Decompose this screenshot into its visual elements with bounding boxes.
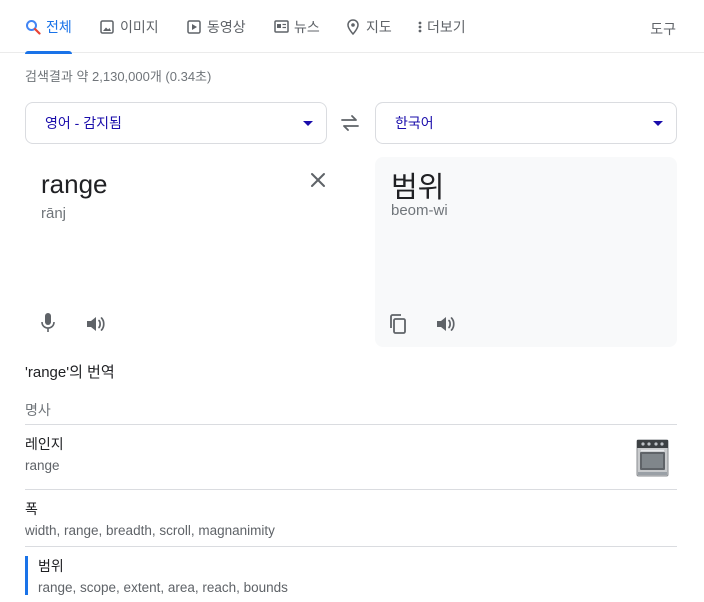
tab-label: 동영상 bbox=[207, 18, 246, 35]
source-language-select[interactable]: 영어 - 감지됨 bbox=[25, 102, 327, 144]
translation-word: 범위 bbox=[38, 558, 64, 574]
translation-output-panel: 범위 beom-wi bbox=[375, 157, 677, 347]
translation-synonyms: range, scope, extent, area, reach, bound… bbox=[38, 580, 288, 595]
copy-icon[interactable] bbox=[386, 312, 410, 336]
translation-entry-selected[interactable]: 범위 range, scope, extent, area, reach, bo… bbox=[25, 556, 677, 595]
tab-more[interactable]: 더보기 bbox=[416, 0, 466, 53]
tab-maps[interactable]: 지도 bbox=[345, 0, 392, 53]
tab-label: 더보기 bbox=[427, 18, 466, 35]
tab-label: 뉴스 bbox=[294, 18, 320, 35]
news-icon bbox=[273, 19, 289, 35]
target-language-label: 한국어 bbox=[395, 115, 434, 131]
target-pronunciation: beom-wi bbox=[391, 202, 448, 219]
dropdown-caret-icon bbox=[653, 121, 663, 126]
map-pin-icon bbox=[345, 18, 361, 35]
image-icon bbox=[99, 19, 115, 35]
translation-word: 레인지 bbox=[25, 436, 64, 452]
translation-word: 폭 bbox=[25, 501, 38, 517]
clear-icon[interactable] bbox=[308, 170, 328, 190]
part-of-speech-label: 명사 bbox=[25, 402, 51, 418]
more-vert-icon bbox=[416, 19, 424, 35]
search-icon bbox=[25, 19, 41, 35]
tab-images[interactable]: 이미지 bbox=[99, 0, 159, 53]
tab-label: 이미지 bbox=[120, 18, 159, 35]
tab-news[interactable]: 뉴스 bbox=[273, 0, 320, 53]
tab-all[interactable]: 전체 bbox=[25, 0, 72, 54]
oven-range-thumbnail bbox=[636, 439, 669, 477]
search-tabs: 전체 이미지 동영상 뉴스 지도 더보기 도구 bbox=[0, 0, 704, 54]
tab-label: 전체 bbox=[46, 18, 72, 35]
result-stats: 검색결과 약 2,130,000개 (0.34초) bbox=[25, 69, 212, 84]
swap-languages-icon[interactable] bbox=[339, 113, 361, 133]
play-icon bbox=[186, 19, 202, 35]
divider bbox=[25, 546, 677, 547]
source-language-label: 영어 - 감지됨 bbox=[45, 115, 122, 131]
tab-label: 지도 bbox=[366, 18, 392, 35]
speaker-icon[interactable] bbox=[434, 312, 458, 336]
target-language-select[interactable]: 한국어 bbox=[375, 102, 677, 144]
source-pronunciation: rānj bbox=[41, 205, 67, 222]
speaker-icon[interactable] bbox=[84, 312, 108, 336]
microphone-icon[interactable] bbox=[36, 311, 60, 335]
tools-button[interactable]: 도구 bbox=[650, 19, 676, 39]
target-text: 범위 bbox=[391, 172, 445, 204]
dropdown-caret-icon bbox=[303, 121, 313, 126]
divider bbox=[25, 424, 677, 425]
translation-entry[interactable]: 레인지 range bbox=[25, 434, 677, 473]
divider bbox=[25, 489, 677, 490]
tab-videos[interactable]: 동영상 bbox=[186, 0, 246, 53]
translation-synonyms: range bbox=[25, 458, 60, 473]
source-text[interactable]: range bbox=[41, 169, 108, 200]
translation-synonyms: width, range, breadth, scroll, magnanimi… bbox=[25, 523, 275, 538]
translations-heading: 'range'의 번역 bbox=[25, 364, 115, 381]
translation-entry[interactable]: 폭 width, range, breadth, scroll, magnani… bbox=[25, 499, 677, 538]
